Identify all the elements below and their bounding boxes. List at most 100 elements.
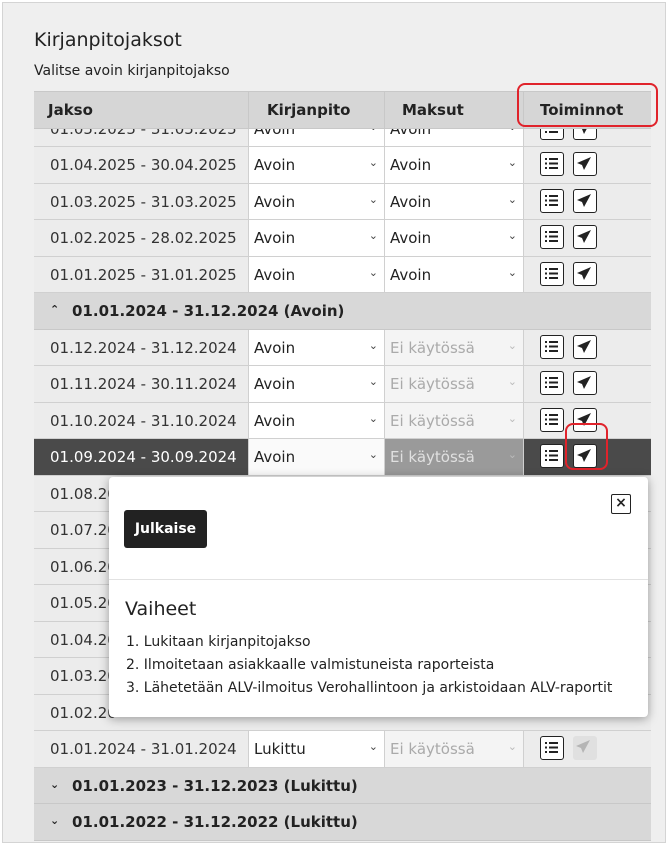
chevron-down-icon: ⌄ xyxy=(507,156,517,169)
send-icon[interactable] xyxy=(573,736,597,760)
maksut-select[interactable]: Ei käytössä ⌄ xyxy=(384,731,523,767)
chevron-down-icon: ⌄ xyxy=(368,411,378,425)
period-range: 01.01.2024 - 31.01.2024 xyxy=(50,740,237,758)
send-icon[interactable] xyxy=(573,407,597,432)
maksut-select[interactable]: Ei käytössä ⌄ xyxy=(384,329,523,365)
kirjanpito-select[interactable]: Lukittu ⌄ xyxy=(248,731,384,767)
kirjanpito-select[interactable]: Avoin⌄ xyxy=(248,147,384,183)
maksut-select[interactable]: Ei käytössä ⌄ xyxy=(384,439,523,475)
list-icon[interactable] xyxy=(540,188,564,213)
chevron-down-icon: ⌄ xyxy=(368,265,378,279)
kirjanpito-select[interactable]: Avoin⌄ xyxy=(248,402,384,438)
period-range: 01.11.2024 - 30.11.2024 xyxy=(50,375,237,393)
steps-list: 1. Lukitaan kirjanpitojakso 2. Ilmoiteta… xyxy=(126,631,612,700)
publish-button[interactable]: Julkaise xyxy=(124,510,207,548)
kirjanpito-select[interactable]: Avoin⌄ xyxy=(248,183,384,219)
table-row[interactable]: 01.01.2025 - 31.01.2025 Avoin ⌄ Avoin ⌄ xyxy=(34,256,651,293)
send-icon[interactable] xyxy=(573,444,597,468)
chevron-down-icon: ⌄ xyxy=(369,129,378,133)
col-maksut: Maksut xyxy=(402,101,464,119)
list-icon[interactable] xyxy=(540,736,564,760)
row-actions xyxy=(523,366,651,402)
period-range: 01.05.20 xyxy=(50,594,117,612)
kirjanpito-select[interactable]: Avoin⌄ xyxy=(248,329,384,365)
page-title: Kirjanpitojaksot xyxy=(34,29,182,51)
kirjanpito-select[interactable]: Avoin⌄ xyxy=(248,129,384,146)
send-icon[interactable] xyxy=(573,188,597,213)
period-range: 01.05.2025 - 31.05.2025 xyxy=(50,129,237,138)
kirjanpito-select[interactable]: Avoin⌄ xyxy=(248,256,384,292)
maksut-select[interactable]: Avoin⌄ xyxy=(384,220,523,256)
list-icon[interactable] xyxy=(540,129,564,140)
chevron-up-icon: ⌃ xyxy=(50,303,60,316)
maksut-select[interactable]: Ei käytössä ⌄ xyxy=(384,402,523,438)
chevron-down-icon: ⌄ xyxy=(507,375,517,388)
kirjanpito-select[interactable]: Avoin⌄ xyxy=(248,220,384,256)
send-icon[interactable] xyxy=(573,334,597,359)
chevron-down-icon: ⌄ xyxy=(507,740,517,753)
table-header: Jakso Kirjanpito Maksut Toiminnot xyxy=(34,91,651,129)
table-row[interactable]: 01.02.2025 - 28.02.2025 Avoin ⌄ Avoin ⌄ xyxy=(34,220,651,257)
maksut-select[interactable]: Avoin⌄ xyxy=(384,147,523,183)
group-header-2023[interactable]: ⌄ 01.01.2023 - 31.12.2023 (Lukittu) xyxy=(34,767,651,804)
list-icon[interactable] xyxy=(540,444,564,468)
chevron-down-icon: ⌄ xyxy=(507,338,517,352)
table-row[interactable]: 01.01.2024 - 31.01.2024 Lukittu ⌄ Ei käytös… xyxy=(34,731,651,768)
kirjanpito-select[interactable]: Avoin⌄ xyxy=(248,439,384,475)
period-range: 01.12.2024 - 31.12.2024 xyxy=(50,338,237,357)
chevron-down-icon: ⌄ xyxy=(507,448,517,461)
period-range: 01.03.20 xyxy=(50,667,117,685)
list-icon[interactable] xyxy=(540,261,564,286)
close-icon[interactable]: × xyxy=(611,494,631,514)
send-icon[interactable] xyxy=(573,371,597,395)
maksut-select[interactable]: Avoin⌄ xyxy=(384,256,523,292)
table-row[interactable]: 01.03.2025 - 31.03.2025 Avoin ⌄ Avoin ⌄ xyxy=(34,183,651,220)
send-icon[interactable] xyxy=(573,225,597,249)
chevron-down-icon: ⌄ xyxy=(368,338,378,352)
send-icon[interactable] xyxy=(573,152,597,176)
list-icon[interactable] xyxy=(540,152,564,176)
chevron-down-icon: ⌄ xyxy=(507,192,517,206)
list-icon[interactable] xyxy=(540,334,564,359)
list-icon[interactable] xyxy=(540,225,564,249)
send-icon[interactable] xyxy=(573,129,597,140)
col-toiminnot: Toiminnot xyxy=(540,101,624,119)
maksut-select[interactable]: Avoin⌄ xyxy=(384,183,523,219)
period-range: 01.04.20 xyxy=(50,630,117,649)
table-row[interactable]: 01.11.2024 - 30.11.2024 Avoin ⌄ Ei käytössä… xyxy=(34,366,651,403)
table-row[interactable]: 01.12.2024 - 31.12.2024 Avoin ⌄ Ei käytössä… xyxy=(34,329,651,366)
row-actions xyxy=(523,731,651,767)
row-actions xyxy=(523,329,651,365)
list-icon[interactable] xyxy=(540,371,564,395)
send-icon[interactable] xyxy=(573,261,597,286)
table-row: 01.05.2025 - 31.05.2025 Avoin⌄ Avoin⌄ xyxy=(34,129,651,147)
table-row[interactable]: 01.10.2024 - 31.10.2024 Avoin ⌄ Ei käytössä… xyxy=(34,402,651,439)
step-item: 3. Lähetetään ALV-ilmoitus Verohallintoo… xyxy=(126,680,613,696)
row-actions xyxy=(523,147,651,183)
page-subtitle: Valitse avoin kirjanpitojakso xyxy=(34,63,230,79)
step-item: 1. Lukitaan kirjanpitojakso xyxy=(126,634,311,650)
group-header-2022[interactable]: ⌄ 01.01.2022 - 31.12.2022 (Lukittu) xyxy=(34,804,651,841)
chevron-down-icon: ⌄ xyxy=(507,229,517,242)
period-range: 01.08.20 xyxy=(50,484,117,503)
maksut-select[interactable]: Ei käytössä ⌄ xyxy=(384,366,523,402)
row-actions xyxy=(523,220,651,256)
kirjanpito-select[interactable]: Avoin⌄ xyxy=(248,366,384,402)
period-range: 01.01.2025 - 31.01.2025 xyxy=(50,265,237,284)
period-range: 01.06.20 xyxy=(50,557,117,576)
maksut-select[interactable]: Avoin⌄ xyxy=(384,129,523,146)
period-range: 01.07.20 xyxy=(50,521,117,539)
row-actions xyxy=(523,402,651,438)
period-range: 01.10.2024 - 31.10.2024 xyxy=(50,411,237,430)
period-range: 01.03.2025 - 31.03.2025 xyxy=(50,192,237,211)
period-range: 01.04.2025 - 30.04.2025 xyxy=(50,156,237,174)
chevron-down-icon: ⌄ xyxy=(368,229,378,242)
col-kirjanpito: Kirjanpito xyxy=(267,101,351,119)
list-icon[interactable] xyxy=(540,407,564,432)
chevron-down-icon: ⌄ xyxy=(50,777,60,791)
group-header-2024[interactable]: ⌃ 01.01.2024 - 31.12.2024 (Avoin) xyxy=(34,293,651,330)
period-range: 01.09.2024 - 30.09.2024 xyxy=(50,448,237,466)
row-actions xyxy=(523,129,651,146)
table-row[interactable]: 01.04.2025 - 30.04.2025 Avoin ⌄ Avoin ⌄ xyxy=(34,147,651,184)
table-row[interactable]: 01.09.2024 - 30.09.2024 Avoin ⌄ Ei käytössä… xyxy=(34,439,651,476)
